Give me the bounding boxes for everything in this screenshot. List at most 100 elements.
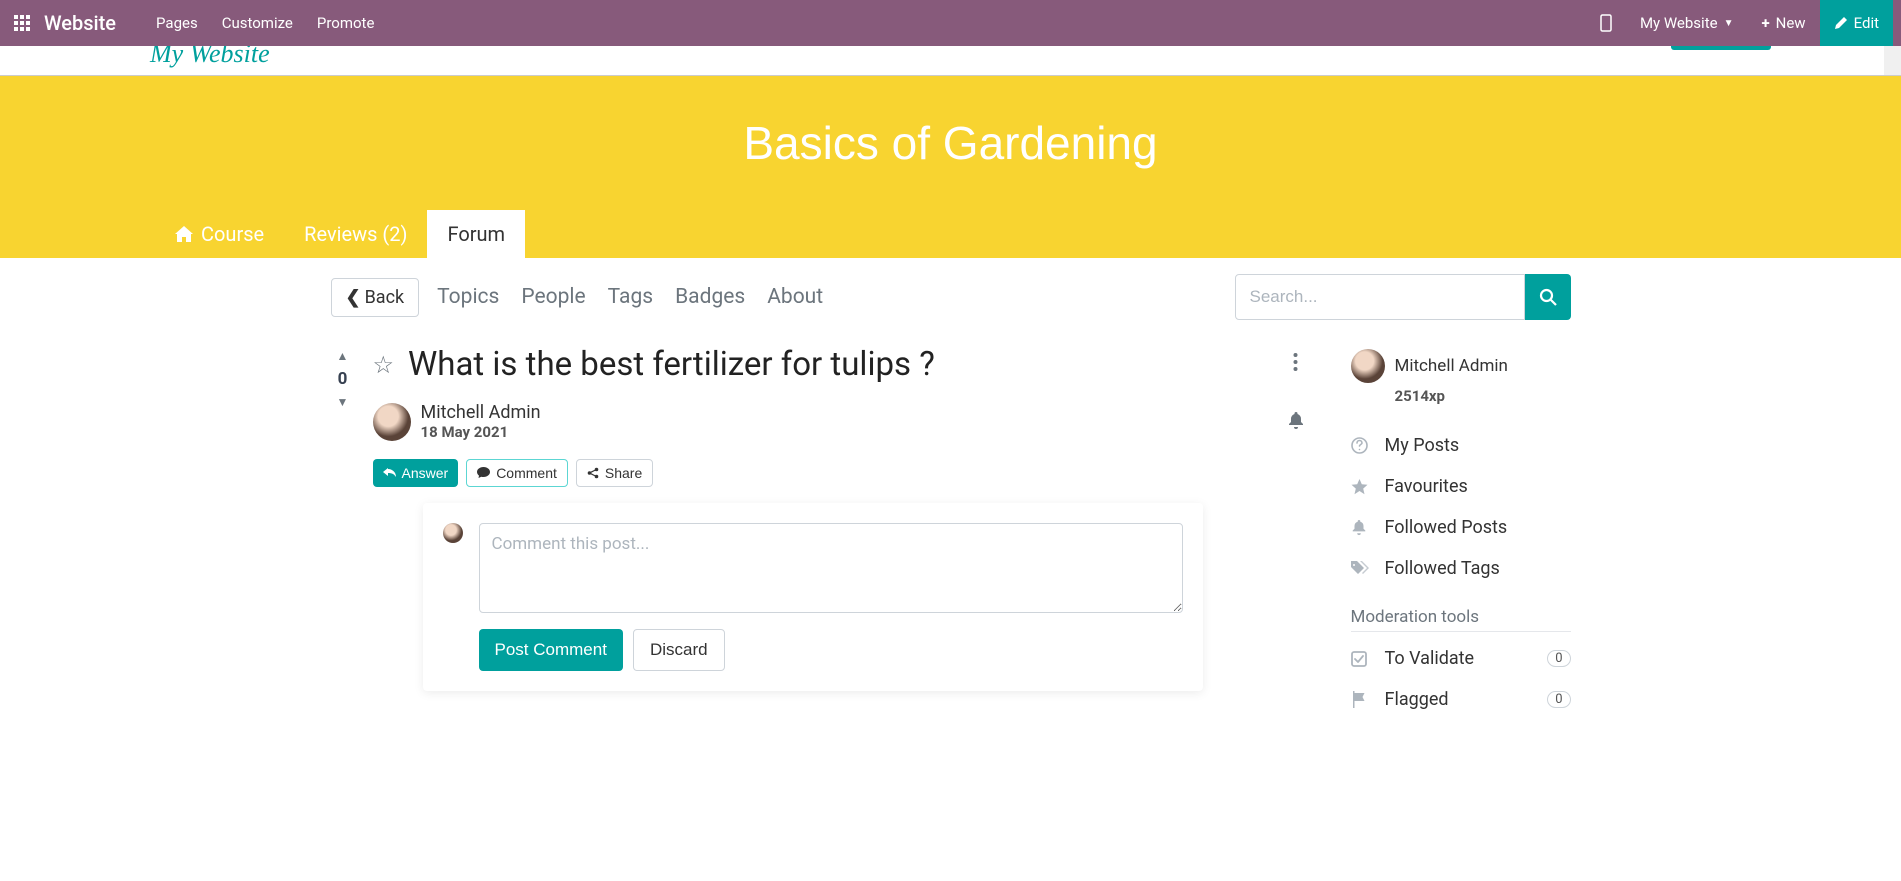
post-date: 18 May 2021	[421, 423, 541, 441]
bell-icon[interactable]	[1287, 411, 1305, 429]
sidebar-user-name: Mitchell Admin	[1395, 356, 1508, 376]
menu-pages[interactable]: Pages	[156, 14, 198, 32]
post-body: ☆ What is the best fertilizer for tulips…	[373, 345, 1241, 720]
course-banner: Basics of Gardening Course Reviews (2) F…	[0, 76, 1901, 258]
flagged-count: 0	[1547, 691, 1570, 708]
vote-up-icon[interactable]: ▲	[337, 349, 349, 363]
author-name[interactable]: Mitchell Admin	[421, 402, 541, 423]
scrollbar-stub	[1884, 46, 1901, 76]
comment-box: Post Comment Discard	[423, 503, 1203, 691]
top-menu: Pages Customize Promote	[156, 14, 1586, 32]
tab-course-label: Course	[201, 222, 264, 246]
sidebar-my-posts[interactable]: My Posts	[1351, 425, 1571, 466]
menu-customize[interactable]: Customize	[222, 14, 293, 32]
moderation-header: Moderation tools	[1351, 607, 1571, 632]
header-cta-stub	[1671, 46, 1771, 50]
sidebar-item-label: Favourites	[1385, 476, 1468, 497]
post-comment-button[interactable]: Post Comment	[479, 629, 623, 671]
search-box	[1235, 274, 1571, 320]
author-meta: Mitchell Admin 18 May 2021	[421, 402, 541, 441]
comment-button[interactable]: Comment	[466, 459, 568, 487]
home-icon	[175, 226, 193, 242]
vote-down-icon[interactable]: ▼	[337, 395, 349, 409]
comment-textarea[interactable]	[479, 523, 1183, 613]
comment-input-wrap: Post Comment Discard	[479, 523, 1183, 671]
sidebar-item-label: Followed Tags	[1385, 558, 1500, 579]
question-circle-icon	[1351, 437, 1371, 454]
sidebar-user[interactable]: Mitchell Admin	[1351, 349, 1571, 383]
forum-nav: Topics People Tags Badges About	[437, 285, 823, 309]
forum-toolbar: ❮ Back Topics People Tags Badges About	[331, 274, 1571, 320]
site-header-bar: My Website	[0, 46, 1901, 76]
pencil-icon	[1834, 16, 1848, 30]
nav-about[interactable]: About	[767, 285, 823, 309]
speech-icon	[477, 467, 490, 479]
new-button[interactable]: + New	[1747, 0, 1819, 46]
chevron-left-icon: ❮	[346, 287, 361, 308]
user-avatar	[1351, 349, 1385, 383]
main-row: ▲ 0 ▼ ☆ What is the best fertilizer for …	[331, 345, 1571, 720]
sidebar-item-label: To Validate	[1385, 648, 1475, 669]
sidebar-item-label: Flagged	[1385, 689, 1449, 710]
top-navbar: Website Pages Customize Promote My Websi…	[0, 0, 1901, 46]
more-vertical-icon[interactable]	[1293, 353, 1298, 371]
nav-people[interactable]: People	[521, 285, 585, 309]
post-title: What is the best fertilizer for tulips ?	[408, 345, 935, 384]
site-logo[interactable]: My Website	[150, 46, 270, 69]
discard-button[interactable]: Discard	[633, 629, 725, 671]
top-right: My Website ▼ + New Edit	[1586, 0, 1893, 46]
star-icon	[1351, 479, 1371, 495]
plus-icon: +	[1761, 14, 1769, 32]
post-column: ▲ 0 ▼ ☆ What is the best fertilizer for …	[331, 345, 1241, 720]
search-input[interactable]	[1235, 274, 1525, 320]
sidebar-item-label: My Posts	[1385, 435, 1460, 456]
sidebar-favourites[interactable]: Favourites	[1351, 466, 1571, 507]
apps-icon[interactable]	[8, 15, 36, 31]
answer-button[interactable]: Answer	[373, 459, 459, 487]
share-button[interactable]: Share	[576, 459, 653, 487]
sidebar-followed-posts[interactable]: Followed Posts	[1351, 507, 1571, 548]
site-selector[interactable]: My Website ▼	[1626, 0, 1748, 46]
sidebar-item-label: Followed Posts	[1385, 517, 1508, 538]
check-square-icon	[1351, 651, 1371, 667]
back-label: Back	[365, 287, 405, 308]
flag-icon	[1351, 691, 1371, 708]
author-avatar[interactable]	[373, 403, 411, 441]
reply-icon	[383, 468, 396, 479]
site-selector-label: My Website	[1640, 14, 1718, 32]
share-icon	[587, 467, 599, 479]
tab-course[interactable]: Course	[155, 210, 284, 258]
nav-tags[interactable]: Tags	[608, 285, 653, 309]
nav-topics[interactable]: Topics	[437, 285, 499, 309]
mobile-preview-icon[interactable]	[1586, 0, 1626, 46]
sidebar-user-xp: 2514xp	[1395, 387, 1571, 405]
comment-label: Comment	[496, 465, 557, 481]
brand-title[interactable]: Website	[44, 11, 116, 35]
main-container: ❮ Back Topics People Tags Badges About ▲…	[311, 258, 1591, 736]
commenter-avatar	[443, 523, 463, 543]
tab-reviews[interactable]: Reviews (2)	[284, 210, 427, 258]
tab-forum[interactable]: Forum	[427, 210, 525, 258]
edit-button[interactable]: Edit	[1820, 0, 1893, 46]
sidebar: Mitchell Admin 2514xp My Posts Favourite…	[1351, 345, 1571, 720]
vote-column: ▲ 0 ▼	[331, 345, 355, 720]
nav-badges[interactable]: Badges	[675, 285, 745, 309]
answer-label: Answer	[402, 465, 449, 481]
caret-down-icon: ▼	[1724, 18, 1734, 29]
vote-count: 0	[338, 369, 348, 389]
banner-tabs: Course Reviews (2) Forum	[155, 210, 1901, 258]
sidebar-to-validate[interactable]: To Validate 0	[1351, 638, 1571, 679]
comment-actions: Post Comment Discard	[479, 629, 1183, 671]
sidebar-followed-tags[interactable]: Followed Tags	[1351, 548, 1571, 589]
post-actions: Answer Comment Share	[373, 459, 1241, 487]
to-validate-count: 0	[1547, 650, 1570, 667]
tags-icon	[1351, 561, 1371, 576]
edit-label: Edit	[1854, 14, 1879, 32]
back-button[interactable]: ❮ Back	[331, 278, 420, 317]
search-button[interactable]	[1525, 274, 1571, 320]
title-row: ☆ What is the best fertilizer for tulips…	[373, 345, 1241, 384]
favorite-star-icon[interactable]: ☆	[373, 351, 395, 379]
menu-promote[interactable]: Promote	[317, 14, 375, 32]
new-label: New	[1776, 14, 1806, 32]
sidebar-flagged[interactable]: Flagged 0	[1351, 679, 1571, 720]
